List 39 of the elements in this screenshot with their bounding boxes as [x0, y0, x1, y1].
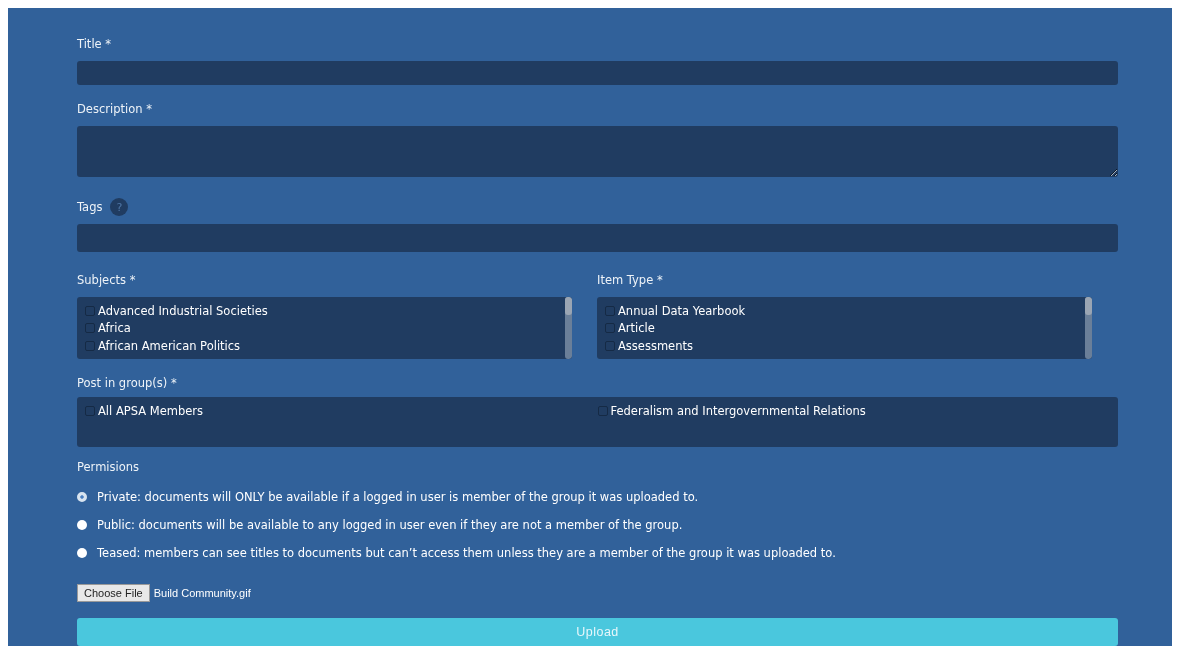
input-field[interactable]	[77, 61, 1118, 85]
checkbox-option[interactable]: Assessments	[605, 337, 1082, 355]
field-label: Description *	[77, 102, 152, 116]
choose-file-button[interactable]: Choose File	[77, 584, 150, 603]
scrollbar[interactable]	[1085, 297, 1092, 359]
input-field[interactable]	[77, 224, 1118, 252]
file-name: Build Community.gif	[153, 587, 251, 600]
field-label: Subjects *	[77, 273, 136, 287]
checkbox-option[interactable]: Article	[605, 319, 1082, 337]
checkbox[interactable]	[605, 305, 615, 316]
checkbox-option[interactable]: Advanced Industrial Societies	[85, 302, 562, 320]
checkbox-option[interactable]: Africa	[85, 319, 562, 337]
checkbox-option[interactable]: Federalism and Intergovernmental Relations	[597, 402, 1110, 420]
field-label: Post in group(s) *	[77, 375, 177, 390]
checkbox[interactable]	[85, 406, 95, 417]
radio-button[interactable]	[77, 520, 87, 531]
radio-label: Private: documents will ONLY be available if a logged in user is member of the group it was uploaded to.	[97, 490, 699, 505]
checkbox[interactable]	[605, 340, 615, 351]
field-label: Title *	[77, 37, 112, 51]
radio-option[interactable]: Public: documents will be available to any logged in user even if they are not a member of the group.	[77, 516, 1118, 535]
checkbox[interactable]	[605, 323, 615, 334]
checkbox[interactable]	[85, 305, 95, 316]
field-label: Permisions	[77, 460, 140, 475]
scrollbar[interactable]	[565, 297, 572, 359]
field-label: Item Type *	[597, 273, 663, 287]
checkbox[interactable]	[597, 406, 608, 417]
radio-option[interactable]: Private: documents will ONLY be available if a logged in user is member of the group it was uploaded to.	[77, 488, 1118, 507]
text-area[interactable]	[77, 126, 1118, 177]
checkbox-option[interactable]: African American Politics	[85, 337, 562, 355]
checkbox-option[interactable]: Annual Data Yearbook	[605, 302, 1082, 320]
radio-button[interactable]	[77, 492, 87, 503]
checkbox[interactable]	[85, 323, 95, 334]
radio-button[interactable]	[77, 548, 87, 559]
field-label: Tags	[77, 200, 103, 214]
checkbox-option[interactable]: All APSA Members	[85, 402, 598, 420]
radio-option[interactable]: Teased: members can see titles to documents but can’t access them unless they are a member of the group it was uploaded to.	[77, 544, 1118, 563]
radio-label: Public: documents will be available to any logged in user even if they are not a member of the group.	[97, 518, 683, 533]
checkbox[interactable]	[85, 340, 95, 351]
radio-label: Teased: members can see titles to documents but can’t access them unless they are a member of the group it was uploaded to.	[97, 546, 836, 561]
